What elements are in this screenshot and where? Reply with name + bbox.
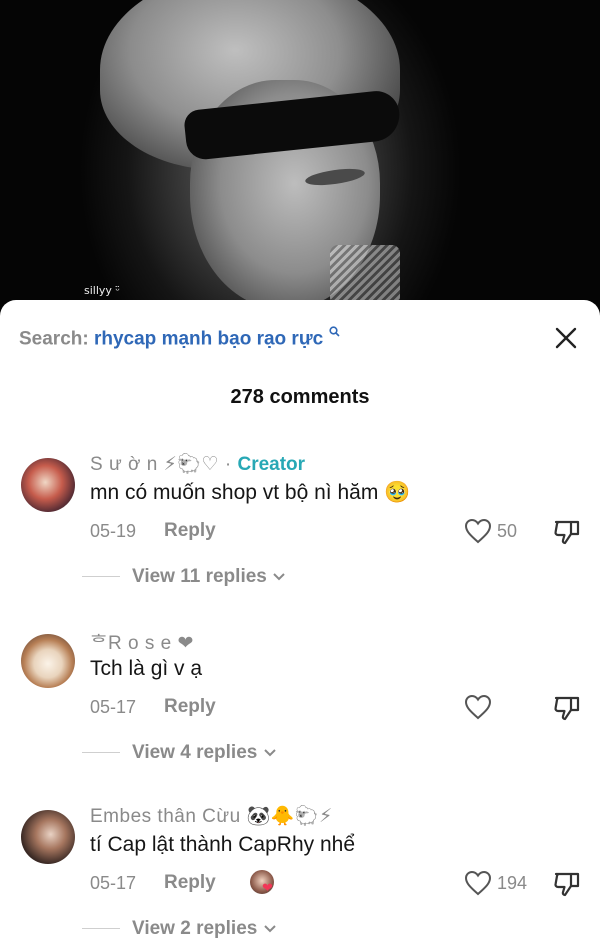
view-replies-label: View 11 replies (132, 566, 267, 587)
search-suggestion[interactable]: Search: rhycap mạnh bạo rạo rực (19, 326, 341, 350)
comment-username[interactable]: S ư ờ n ⚡🐑♡ · Creator (90, 452, 305, 476)
heart-icon (464, 870, 492, 896)
like-count: 194 (497, 873, 528, 893)
comment-text: Tch là gì v ạ (90, 657, 203, 680)
dislike-button[interactable] (553, 870, 581, 903)
video-player[interactable]: sillyy ᵕ̈ (0, 0, 600, 330)
username-emoji: 🐼🐥🐑⚡ (246, 806, 333, 827)
reply-divider-line (82, 576, 120, 578)
creator-badge: Creator (237, 454, 306, 475)
like-button[interactable] (464, 518, 492, 549)
username-text: Embes thân Cừu (90, 806, 241, 827)
view-replies-button[interactable]: View 11 replies (82, 566, 286, 588)
reply-divider-line (82, 752, 120, 754)
heart-icon (464, 694, 492, 720)
dislike-button[interactable] (553, 694, 581, 727)
search-query-link[interactable]: rhycap mạnh bạo rạo rực (94, 328, 323, 349)
comment-date: 05-17 (90, 697, 137, 717)
avatar[interactable] (21, 810, 75, 864)
reply-button[interactable]: Reply (164, 872, 216, 894)
comment-date: 05-19 (90, 521, 137, 541)
like-count: 50 (497, 521, 518, 541)
view-replies-label: View 4 replies (132, 742, 258, 763)
comments-sheet: Search: rhycap mạnh bạo rạo rực 278 comm… (0, 300, 600, 948)
comment-text: tí Cap lật thành CapRhy nhể (90, 833, 356, 856)
view-replies-label: View 2 replies (132, 918, 258, 939)
comment-count: 278 comments (230, 386, 370, 408)
username-text: ᄒR o s e ❤ (90, 633, 194, 654)
thumbs-down-icon (554, 872, 580, 897)
video-watermark: sillyy ᵕ̈ (84, 284, 120, 297)
avatar[interactable] (21, 458, 75, 512)
thumbs-down-icon (554, 696, 580, 721)
heart-icon (464, 518, 492, 544)
like-button[interactable] (464, 870, 492, 901)
search-icon (329, 326, 341, 340)
close-button[interactable] (552, 324, 580, 352)
comment-date: 05-17 (90, 873, 137, 893)
like-button[interactable] (464, 694, 492, 725)
avatar[interactable] (21, 634, 75, 688)
video-subject-necklace (330, 245, 400, 305)
dislike-button[interactable] (553, 518, 581, 551)
comment-text: mn có muốn shop vt bộ nì hăm 🥹 (90, 481, 411, 504)
username-emoji: ⚡🐑♡ · (163, 454, 232, 475)
reply-button[interactable]: Reply (164, 696, 216, 718)
chevron-down-icon (273, 573, 285, 581)
reply-divider-line (82, 928, 120, 930)
comment-username[interactable]: ᄒR o s e ❤ (90, 628, 194, 655)
view-replies-button[interactable]: View 4 replies (82, 742, 277, 764)
reply-button[interactable]: Reply (164, 520, 216, 542)
chevron-down-icon (263, 749, 276, 757)
view-replies-button[interactable]: View 2 replies (82, 918, 277, 940)
close-icon (555, 327, 577, 349)
creator-liked-heart-icon: ❤ (262, 880, 273, 895)
search-label: Search: (19, 328, 89, 350)
comment-username[interactable]: Embes thân Cừu 🐼🐥🐑⚡ (90, 804, 333, 828)
thumbs-down-icon (554, 520, 580, 545)
chevron-down-icon (263, 925, 276, 933)
username-text: S ư ờ n (90, 454, 158, 475)
